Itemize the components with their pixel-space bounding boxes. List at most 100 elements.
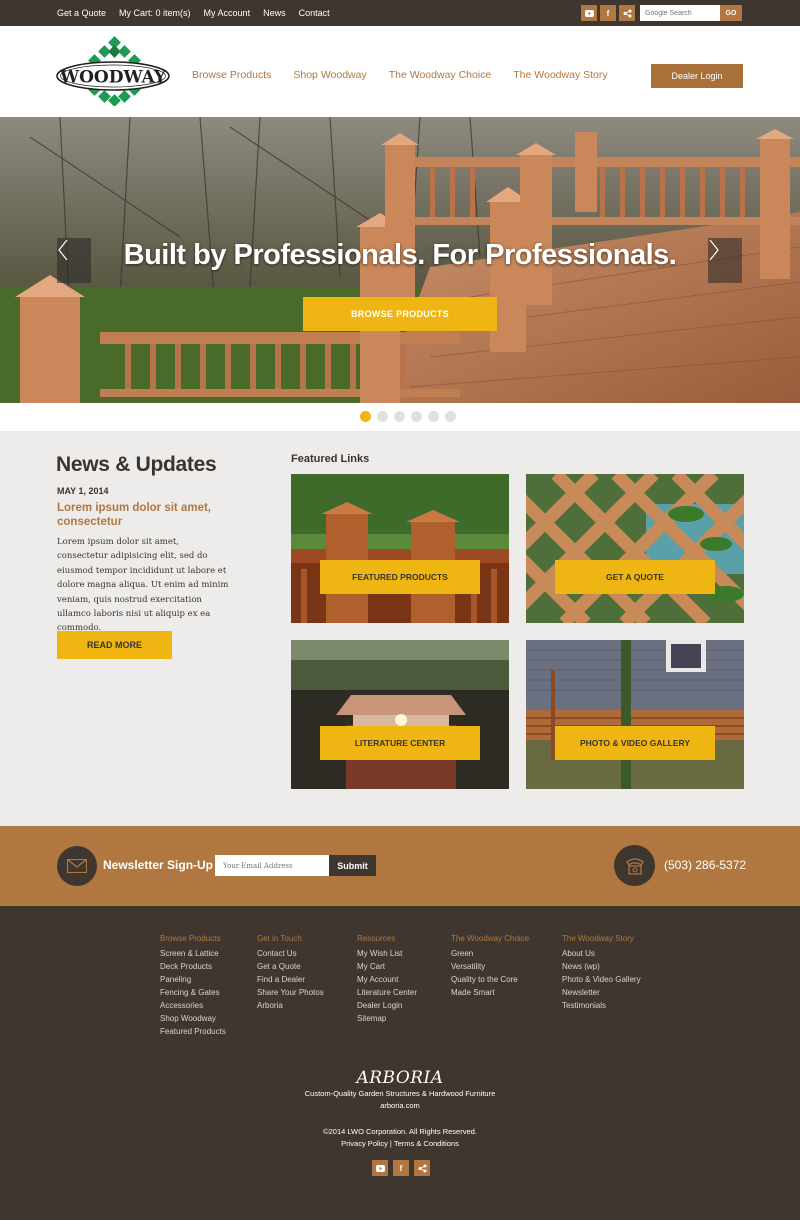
footer-link[interactable]: Deck Products: [160, 960, 226, 973]
arboria-tagline: Custom-Quality Garden Structures & Hardw…: [304, 1089, 496, 1098]
footer-link[interactable]: Arboria: [257, 999, 324, 1012]
footer-link[interactable]: My Wish List: [357, 947, 417, 960]
legal-separator: |: [389, 1139, 392, 1148]
footer-heading[interactable]: Get in Touch: [257, 934, 324, 943]
slide-dot[interactable]: [445, 411, 456, 422]
nav-shop-woodway[interactable]: Shop Woodway: [293, 69, 366, 81]
footer-link[interactable]: Versatility: [451, 960, 529, 973]
search-go-button[interactable]: GO: [720, 5, 742, 21]
photo-video-gallery-tile[interactable]: PHOTO & VIDEO GALLERY: [526, 640, 744, 789]
main-nav: Browse Products Shop Woodway The Woodway…: [192, 69, 608, 81]
featured-products-tile[interactable]: FEATURED PRODUCTS: [291, 474, 509, 623]
footer-link[interactable]: News (wp): [562, 960, 641, 973]
footer-heading[interactable]: Resources: [357, 934, 417, 943]
search-input[interactable]: [640, 5, 720, 21]
hero-title: Built by Professionals. For Professional…: [123, 239, 677, 271]
footer-link[interactable]: Photo & Video Gallery: [562, 973, 641, 986]
slide-dot[interactable]: [377, 411, 388, 422]
woodway-logo[interactable]: WOODWAY: [56, 36, 172, 107]
footer-link[interactable]: Accessories: [160, 999, 226, 1012]
footer-link[interactable]: Contact Us: [257, 947, 324, 960]
newsletter-submit-button[interactable]: Submit: [329, 855, 376, 876]
tile-image: [291, 640, 509, 789]
tile-image: [526, 474, 744, 623]
footer-link[interactable]: Featured Products: [160, 1025, 226, 1038]
footer-link[interactable]: Find a Dealer: [257, 973, 324, 986]
footer-column-browse: Browse Products Screen & Lattice Deck Pr…: [160, 934, 226, 1038]
my-account-link[interactable]: My Account: [204, 8, 251, 18]
news-body: Lorem ipsum dolor sit amet, consectetur …: [57, 537, 229, 634]
youtube-icon[interactable]: [581, 5, 597, 21]
footer-column-resources: Resources My Wish List My Cart My Accoun…: [357, 934, 417, 1025]
news-section-title: News & Updates: [56, 453, 217, 476]
slide-dot[interactable]: [394, 411, 405, 422]
arboria-logo[interactable]: ARBORIA: [0, 1068, 800, 1088]
tile-image: [291, 474, 509, 623]
footer-link[interactable]: My Cart: [357, 960, 417, 973]
share-icon[interactable]: [414, 1160, 430, 1176]
get-quote-button[interactable]: GET A QUOTE: [555, 560, 715, 594]
news-link[interactable]: News: [263, 8, 286, 18]
footer-link[interactable]: Fencing & Gates: [160, 986, 226, 999]
read-more-button[interactable]: READ MORE: [57, 631, 172, 659]
footer-link[interactable]: Sitemap: [357, 1012, 417, 1025]
slide-dot[interactable]: [360, 411, 371, 422]
literature-center-button[interactable]: LITERATURE CENTER: [320, 726, 480, 760]
share-icon[interactable]: [619, 5, 635, 21]
copyright: ©2014 LWO Corporation. All Rights Reserv…: [323, 1127, 477, 1136]
nav-woodway-story[interactable]: The Woodway Story: [513, 69, 607, 81]
featured-products-button[interactable]: FEATURED PRODUCTS: [320, 560, 480, 594]
nav-browse-products[interactable]: Browse Products: [192, 69, 271, 81]
main-content: News & Updates MAY 1, 2014 Lorem ipsum d…: [0, 431, 800, 826]
slide-dot[interactable]: [411, 411, 422, 422]
footer-link[interactable]: Quality to the Core: [451, 973, 529, 986]
my-cart-link[interactable]: My Cart: 0 item(s): [119, 8, 191, 18]
footer-link[interactable]: Shop Woodway: [160, 1012, 226, 1025]
get-quote-link[interactable]: Get a Quote: [57, 8, 106, 18]
envelope-icon: [57, 846, 97, 886]
footer-link[interactable]: Literature Center: [357, 986, 417, 999]
facebook-icon[interactable]: f: [393, 1160, 409, 1176]
footer-link[interactable]: Share Your Photos: [257, 986, 324, 999]
newsletter-email-input[interactable]: [215, 855, 329, 876]
photo-video-gallery-button[interactable]: PHOTO & VIDEO GALLERY: [555, 726, 715, 760]
footer-heading[interactable]: Browse Products: [160, 934, 226, 943]
featured-links-title: Featured Links: [291, 453, 370, 465]
footer-link[interactable]: Screen & Lattice: [160, 947, 226, 960]
utility-links: Get a Quote My Cart: 0 item(s) My Accoun…: [57, 0, 330, 26]
hero-prev-arrow[interactable]: [57, 238, 91, 283]
hero-browse-products-button[interactable]: BROWSE PRODUCTS: [303, 297, 497, 331]
youtube-icon[interactable]: [372, 1160, 388, 1176]
newsletter-bar: Newsletter Sign-Up Submit (503) 286-5372: [0, 826, 800, 906]
footer-link[interactable]: Made Smart: [451, 986, 529, 999]
contact-link[interactable]: Contact: [299, 8, 330, 18]
chevron-right-icon: [709, 239, 719, 261]
footer-link[interactable]: Paneling: [160, 973, 226, 986]
hero-next-arrow[interactable]: [708, 238, 742, 283]
phone-number[interactable]: (503) 286-5372: [664, 858, 746, 872]
nav-woodway-choice[interactable]: The Woodway Choice: [389, 69, 492, 81]
facebook-icon[interactable]: f: [600, 5, 616, 21]
footer-heading[interactable]: The Woodway Choice: [451, 934, 529, 943]
slide-dot[interactable]: [428, 411, 439, 422]
footer-link[interactable]: Dealer Login: [357, 999, 417, 1012]
terms-link[interactable]: Terms & Conditions: [394, 1139, 459, 1148]
newsletter-label: Newsletter Sign-Up: [103, 858, 214, 872]
dealer-login-button[interactable]: Dealer Login: [651, 64, 743, 88]
footer-link[interactable]: About Us: [562, 947, 641, 960]
news-headline[interactable]: Lorem ipsum dolor sit amet, consectetur: [57, 501, 247, 529]
footer-link[interactable]: Get a Quote: [257, 960, 324, 973]
get-quote-tile[interactable]: GET A QUOTE: [526, 474, 744, 623]
footer-link[interactable]: Testimonials: [562, 999, 641, 1012]
privacy-policy-link[interactable]: Privacy Policy: [341, 1139, 388, 1148]
footer-heading[interactable]: The Woodway Story: [562, 934, 641, 943]
arboria-url[interactable]: arboria.com: [0, 1100, 800, 1112]
slider-pagination: [0, 403, 800, 431]
hero-slider: Built by Professionals. For Professional…: [0, 117, 800, 403]
arboria-block: ARBORIA Custom-Quality Garden Structures…: [0, 1068, 800, 1150]
literature-center-tile[interactable]: LITERATURE CENTER: [291, 640, 509, 789]
footer-link[interactable]: My Account: [357, 973, 417, 986]
tile-image: [526, 640, 744, 789]
footer-link[interactable]: Newsletter: [562, 986, 641, 999]
footer-link[interactable]: Green: [451, 947, 529, 960]
